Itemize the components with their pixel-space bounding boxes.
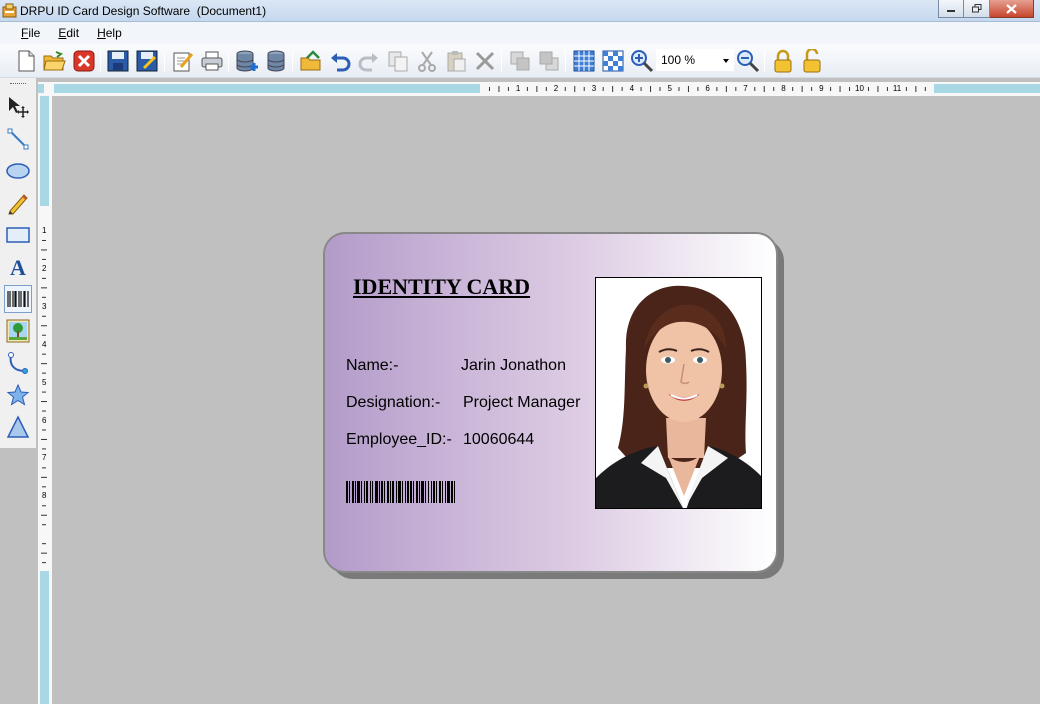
send-back-icon[interactable] (536, 48, 562, 74)
zoom-value: 100 % (661, 53, 696, 67)
ruler-label: 11 (892, 84, 902, 93)
zoom-select[interactable]: 100 % (656, 49, 734, 71)
ruler-label: 4 (42, 339, 47, 349)
ruler-label: 8 (42, 491, 47, 501)
cut-icon[interactable] (414, 48, 440, 74)
zoom-in-icon[interactable] (629, 48, 655, 74)
ruler-label: 2 (42, 263, 47, 273)
menu-edit[interactable]: Edit (49, 26, 88, 40)
arc-icon[interactable] (4, 349, 32, 377)
image-icon[interactable] (4, 317, 32, 345)
restore-button[interactable] (964, 0, 990, 18)
transparent-grid-icon[interactable] (600, 48, 626, 74)
close-button[interactable] (990, 0, 1034, 18)
name-label[interactable]: Name:- (346, 357, 398, 375)
new-document-icon[interactable] (13, 48, 39, 74)
redo-icon[interactable] (356, 48, 382, 74)
text-icon[interactable]: A (4, 253, 32, 281)
lock-icon[interactable] (770, 48, 796, 74)
ruler-label: 2 (553, 84, 559, 93)
grid-icon[interactable] (571, 48, 597, 74)
ruler-label: 7 (743, 84, 748, 93)
paste-icon[interactable] (443, 48, 469, 74)
database-add-icon[interactable] (234, 48, 260, 74)
star-icon[interactable] (4, 381, 32, 409)
zoom-out-icon[interactable] (735, 48, 761, 74)
minimize-button[interactable] (938, 0, 964, 18)
designation-label[interactable]: Designation:- (346, 394, 440, 412)
horizontal-ruler: 1 2 3 4 5 6 7 8 9 10 11 (38, 82, 1040, 96)
menu-bar: File Edit Help (0, 22, 1040, 44)
tool-palette: A (0, 78, 36, 448)
bring-front-icon[interactable] (507, 48, 533, 74)
ruler-label: 8 (781, 84, 786, 93)
card-title[interactable]: IDENTITY CARD (353, 274, 530, 300)
export-icon[interactable] (298, 48, 324, 74)
employee-id-value[interactable]: 10060644 (463, 431, 534, 449)
ruler-label: 5 (667, 84, 672, 93)
open-folder-icon[interactable] (41, 48, 67, 74)
delete-icon[interactable] (472, 48, 498, 74)
ruler-label: 7 (42, 453, 47, 463)
save-icon[interactable] (105, 48, 131, 74)
unlock-icon[interactable] (799, 48, 825, 74)
chevron-down-icon (723, 59, 729, 63)
menu-help[interactable]: Help (88, 26, 131, 40)
close-icon (1006, 3, 1017, 14)
ruler-label: 6 (705, 84, 710, 93)
svg-text:A: A (10, 255, 26, 279)
ruler-label: 1 (515, 84, 521, 93)
ruler-label: 4 (629, 84, 635, 93)
edit-icon[interactable] (170, 48, 196, 74)
title-bar: DRPU ID Card Design Software (Document1) (0, 0, 1040, 22)
name-value[interactable]: Jarin Jonathon (461, 357, 566, 375)
print-icon[interactable] (199, 48, 225, 74)
rectangle-icon[interactable] (4, 221, 32, 249)
pointer-move-icon[interactable] (4, 93, 32, 121)
restore-icon (971, 4, 981, 13)
card-barcode[interactable] (346, 481, 550, 503)
save-as-icon[interactable] (134, 48, 160, 74)
employee-photo[interactable] (595, 277, 762, 509)
app-icon (2, 3, 17, 18)
ruler-label: 1 (42, 226, 47, 235)
barcode-icon[interactable] (4, 285, 32, 313)
employee-id-label[interactable]: Employee_ID:- (346, 431, 452, 449)
pencil-icon[interactable] (4, 189, 32, 217)
toolbar (0, 44, 1040, 78)
vertical-ruler: 1 2 3 4 5 6 7 8 (38, 96, 52, 704)
window-title: DRPU ID Card Design Software (Document1) (20, 4, 267, 18)
close-document-icon[interactable] (71, 48, 97, 74)
database-icon[interactable] (263, 48, 289, 74)
line-icon[interactable] (4, 125, 32, 153)
ruler-label: 3 (591, 84, 597, 93)
ruler-label: 6 (42, 415, 47, 425)
undo-icon[interactable] (327, 48, 353, 74)
minimize-icon (947, 9, 955, 12)
triangle-icon[interactable] (4, 413, 32, 441)
ruler-label: 3 (42, 301, 47, 311)
ruler-label: 5 (42, 377, 47, 387)
copy-icon[interactable] (385, 48, 411, 74)
ellipse-icon[interactable] (4, 157, 32, 185)
ruler-label: 9 (819, 84, 824, 93)
ruler-label: 10 (855, 84, 864, 93)
designation-value[interactable]: Project Manager (463, 394, 580, 412)
menu-file[interactable]: File (12, 26, 49, 40)
